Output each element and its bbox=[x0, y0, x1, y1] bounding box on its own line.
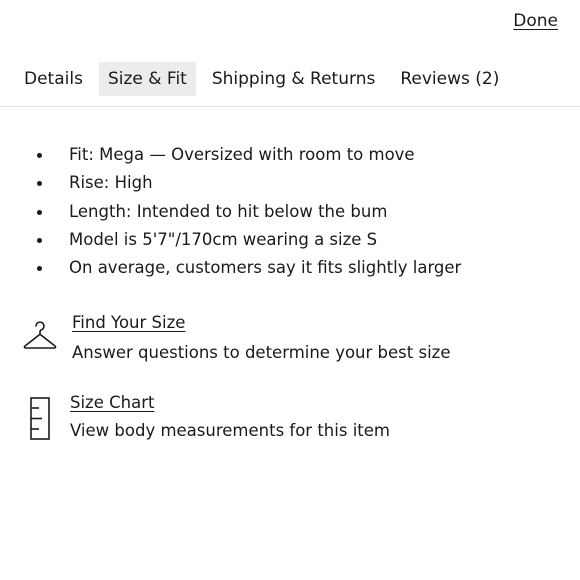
tab-shipping-returns[interactable]: Shipping & Returns bbox=[203, 62, 385, 96]
find-your-size-description: Answer questions to determine your best … bbox=[72, 343, 451, 362]
bullet-icon bbox=[37, 266, 42, 272]
fit-detail-text: Rise: High bbox=[69, 173, 153, 193]
fit-detail-text: Model is 5'7"/170cm wearing a size S bbox=[69, 229, 378, 249]
find-your-size-link[interactable]: Find Your Size bbox=[72, 313, 185, 332]
bullet-icon bbox=[37, 153, 42, 158]
tab-reviews[interactable]: Reviews (2) bbox=[391, 62, 508, 96]
fit-detail-text: Fit: Mega — Oversized with room to move bbox=[69, 145, 415, 164]
bullet-icon bbox=[37, 237, 42, 243]
bullet-icon bbox=[37, 209, 42, 215]
fit-detail-item: Rise: High bbox=[0, 169, 461, 197]
fit-details-list: Fit: Mega — Oversized with room to move … bbox=[0, 141, 461, 282]
fit-detail-item: Fit: Mega — Oversized with room to move bbox=[0, 141, 461, 169]
tab-details[interactable]: Details bbox=[15, 62, 92, 96]
hanger-icon bbox=[23, 321, 57, 349]
fit-detail-item: On average, customers say it fits slight… bbox=[0, 254, 461, 282]
size-chart-link[interactable]: Size Chart bbox=[70, 393, 154, 412]
tab-size-fit[interactable]: Size & Fit bbox=[98, 62, 196, 96]
tabs-divider bbox=[0, 106, 580, 107]
fit-detail-text: On average, customers say it fits slight… bbox=[69, 258, 462, 278]
fit-detail-item: Length: Intended to hit below the bum bbox=[0, 198, 461, 226]
fit-detail-text: Length: Intended to hit below the bum bbox=[69, 201, 388, 221]
ruler-icon bbox=[30, 397, 50, 440]
bullet-icon bbox=[37, 181, 42, 187]
done-button[interactable]: Done bbox=[513, 11, 558, 31]
size-chart-description: View body measurements for this item bbox=[70, 421, 390, 440]
fit-detail-item: Model is 5'7"/170cm wearing a size S bbox=[0, 226, 461, 254]
size-fit-panel: Done Details Size & Fit Shipping & Retur… bbox=[0, 0, 580, 580]
product-info-tabs: Details Size & Fit Shipping & Returns Re… bbox=[15, 61, 515, 97]
